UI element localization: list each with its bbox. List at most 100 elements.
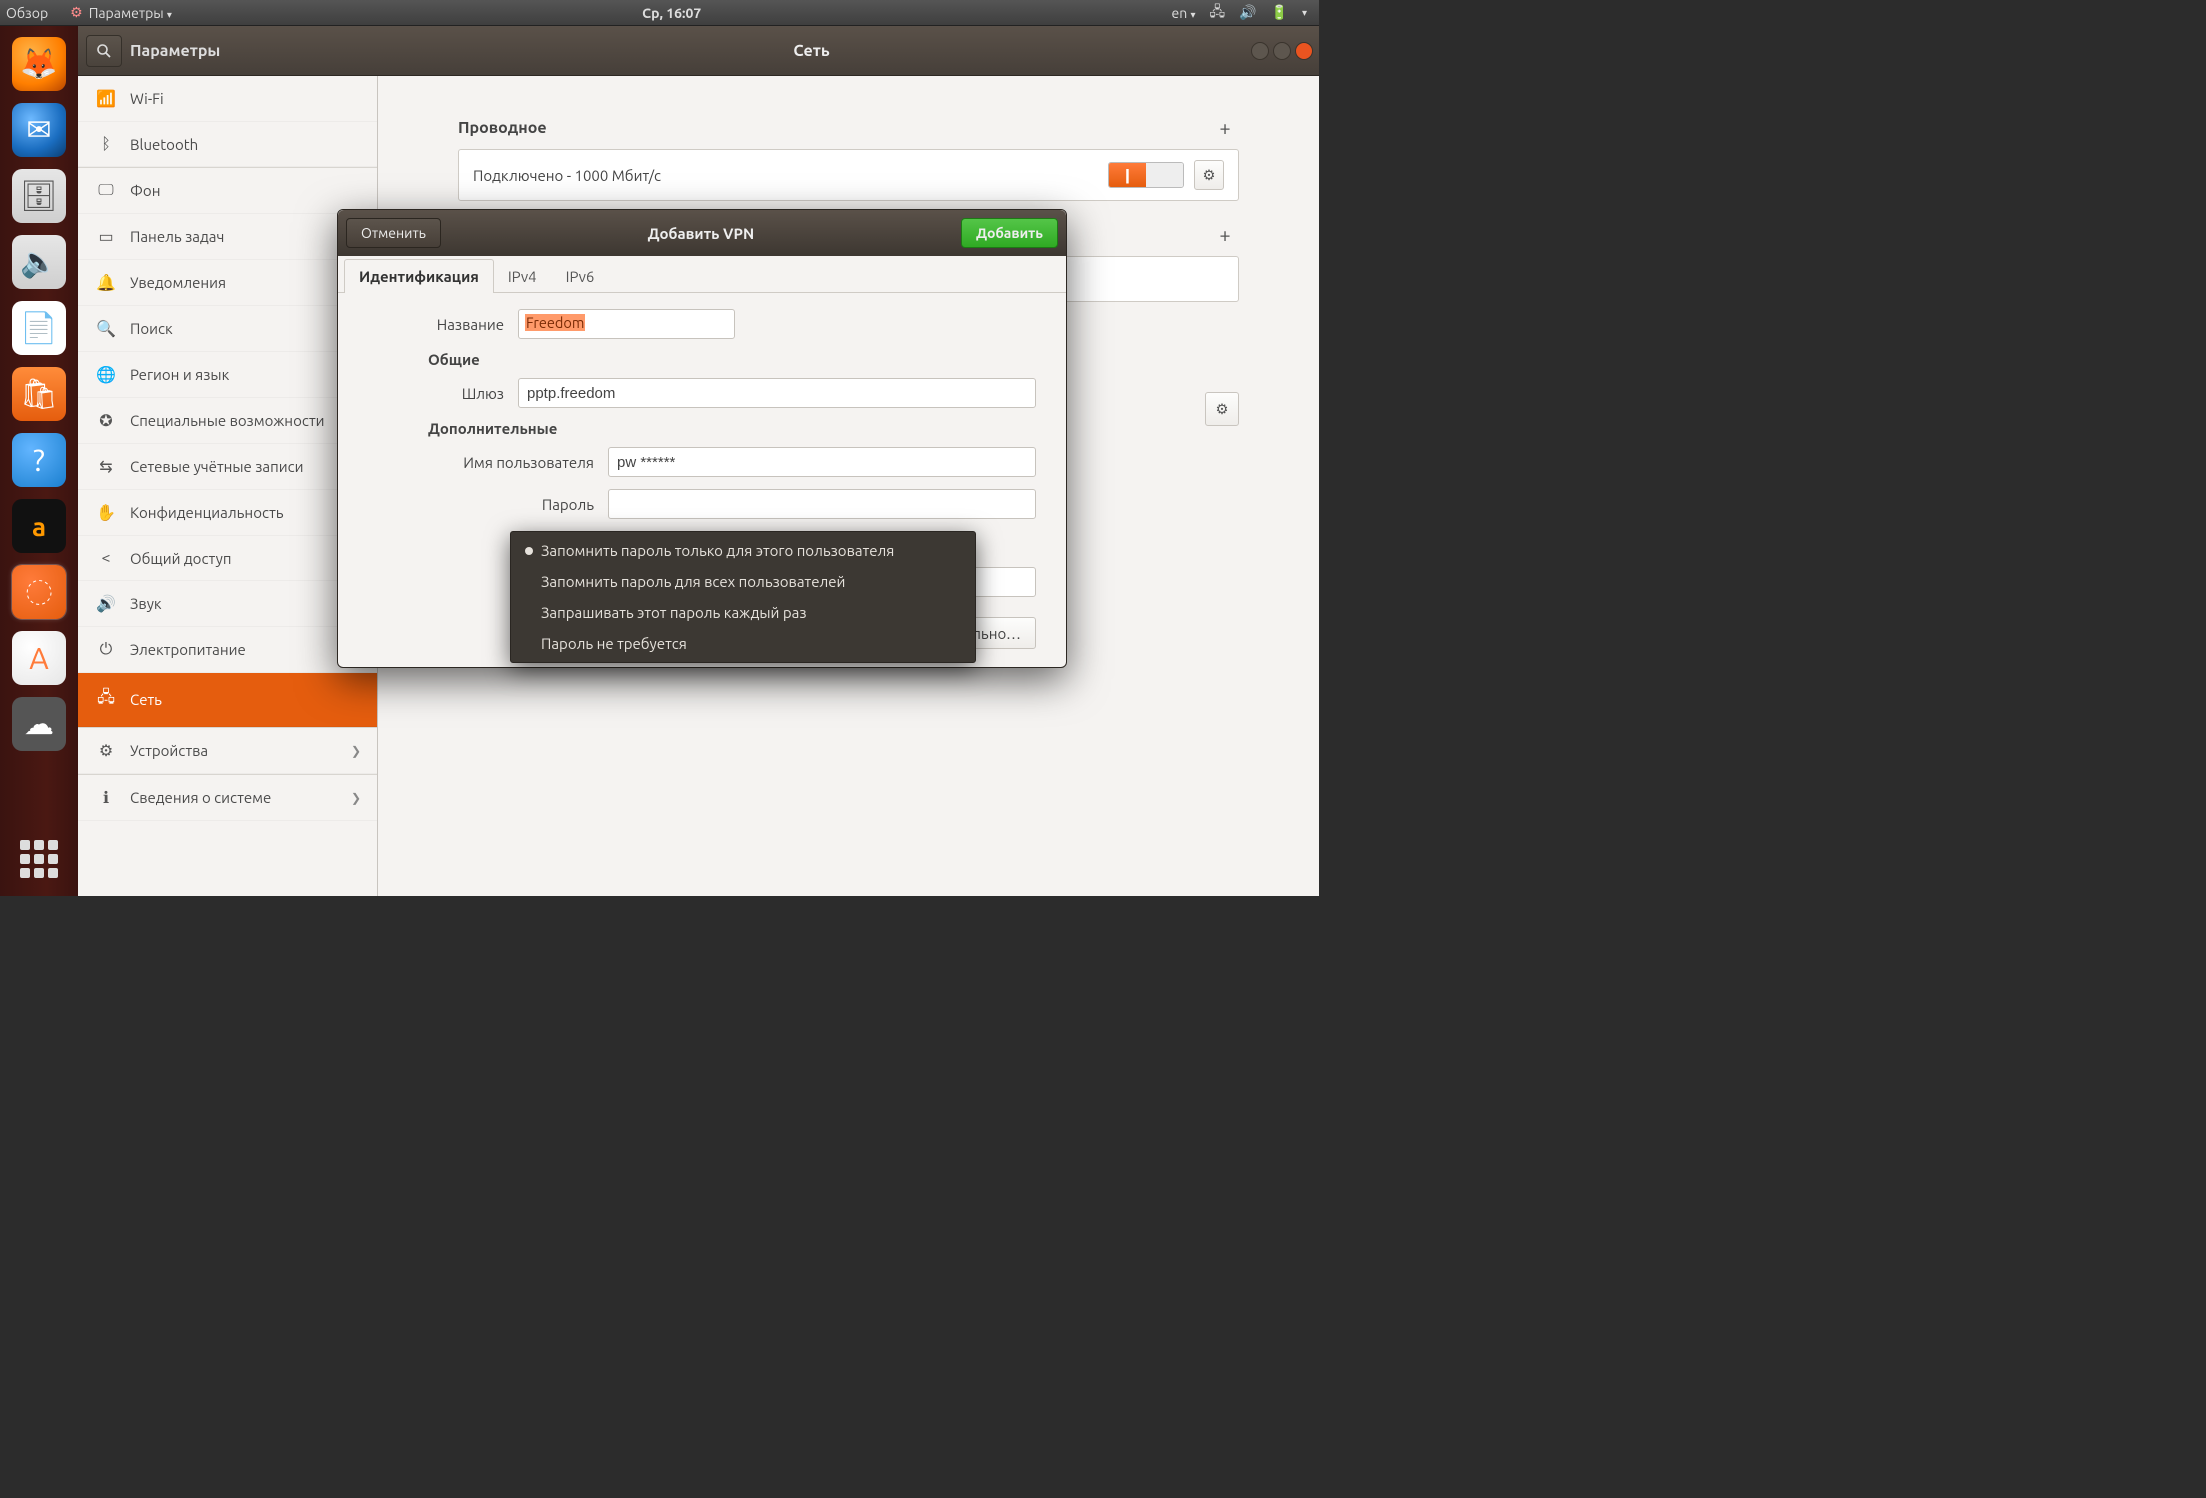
sidebar-label: Сетевые учётные записи (130, 458, 303, 475)
sidebar-label: Поиск (130, 320, 173, 337)
sidebar-icon: 🔔 (96, 273, 116, 292)
show-apps-button[interactable] (12, 832, 66, 886)
general-section-header: Общие (428, 351, 1036, 368)
sidebar-icon: ℹ (96, 788, 116, 807)
sidebar-header-title: Параметры (130, 42, 220, 60)
dialog-title: Добавить VPN (441, 225, 961, 242)
sidebar-item-конфиденциальность[interactable]: ✋ Конфиденциальность (78, 490, 377, 536)
sidebar-label: Звук (130, 595, 162, 612)
sidebar-item-специальные-возможности[interactable]: ✪ Специальные возможности (78, 398, 377, 444)
sidebar-label: Электропитание (130, 641, 246, 658)
sidebar-label: Фон (130, 182, 160, 199)
sidebar-label: Регион и язык (130, 366, 229, 383)
launcher-firefox[interactable]: 🦊 (12, 37, 66, 91)
sidebar-icon: < (96, 549, 116, 567)
sidebar-label: Специальные возможности (130, 412, 325, 429)
sidebar-item-bluetooth[interactable]: ᛒ Bluetooth (78, 122, 377, 167)
window-header: Параметры Сеть (78, 26, 1319, 76)
volume-icon[interactable]: 🔊 (1239, 4, 1256, 21)
sidebar-item-сведения-о-системе[interactable]: ℹСведения о системе❯ (78, 774, 377, 821)
app-menu[interactable]: Параметры ▾ (89, 5, 172, 21)
sidebar-icon: ✪ (96, 411, 116, 430)
launcher-settings[interactable]: ◌ (12, 565, 66, 619)
launcher-software[interactable]: 🛍 (12, 367, 66, 421)
clock[interactable]: Ср, 16:07 (172, 5, 1172, 21)
sidebar-item-wi-fi[interactable]: 📶 Wi-Fi (78, 76, 377, 122)
sidebar-icon: 🖵 (96, 181, 116, 200)
sidebar-label: Bluetooth (130, 136, 198, 153)
gear-icon: ⚙ (1203, 166, 1216, 184)
chevron-right-icon: ❯ (351, 791, 361, 805)
sidebar-item-поиск[interactable]: 🔍 Поиск (78, 306, 377, 352)
system-menu-caret-icon[interactable]: ▾ (1302, 7, 1307, 19)
sidebar-icon: ⚙ (96, 741, 116, 760)
sidebar-search-button[interactable] (86, 35, 122, 67)
password-option[interactable]: Пароль не требуется (511, 628, 975, 659)
sidebar-label: Панель задач (130, 228, 224, 245)
sidebar-icon: ⏻ (96, 640, 116, 659)
tab-ipv4[interactable]: IPv4 (493, 259, 552, 293)
tab-identity[interactable]: Идентификация (344, 259, 494, 293)
sidebar-icon: 🔊 (96, 594, 116, 613)
battery-icon[interactable]: 🔋 (1271, 4, 1288, 21)
password-option-label: Запомнить пароль для всех пользователей (541, 573, 845, 590)
sidebar-item-электропитание[interactable]: ⏻ Электропитание (78, 627, 377, 673)
add-vpn-button[interactable]: + (1211, 223, 1239, 246)
launcher-files[interactable]: 🗄 (12, 169, 66, 223)
wired-switch[interactable]: ❙ (1108, 162, 1184, 188)
sidebar-item-звук[interactable]: 🔊 Звук (78, 581, 377, 627)
top-panel: Обзор ⚙ Параметры ▾ Ср, 16:07 en ▾ 🖧 🔊 🔋… (0, 0, 1319, 26)
gateway-input[interactable] (518, 378, 1036, 408)
user-label: Имя пользователя (368, 454, 608, 471)
sidebar-item-сеть[interactable]: 🖧Сеть (78, 673, 377, 727)
password-option-label: Пароль не требуется (541, 635, 687, 652)
user-input[interactable] (608, 447, 1036, 477)
sidebar-item-устройства[interactable]: ⚙Устройства❯ (78, 727, 377, 774)
name-selected-text: Freedom (525, 314, 585, 331)
sidebar-label: Wi-Fi (130, 90, 164, 107)
sidebar-item-панель-задач[interactable]: ▭Панель задач (78, 214, 377, 260)
proxy-settings-button[interactable]: ⚙ (1205, 392, 1239, 426)
wired-settings-button[interactable]: ⚙ (1194, 160, 1224, 190)
sidebar-label: Общий доступ (130, 550, 231, 567)
sidebar-icon: 🌐 (96, 365, 116, 384)
password-option[interactable]: Запрашивать этот пароль каждый раз (511, 597, 975, 628)
settings-sidebar: 📶 Wi-Fi ᛒ Bluetooth 🖵 Фон ▭Панель задач🔔Уведом… (78, 76, 378, 896)
cancel-button[interactable]: Отменить (346, 218, 441, 248)
launcher-item[interactable]: ☁ (12, 697, 66, 751)
sidebar-label: Конфиденциальность (130, 504, 284, 521)
lang-indicator[interactable]: en ▾ (1171, 5, 1195, 21)
password-option[interactable]: Запомнить пароль только для этого пользо… (511, 535, 975, 566)
launcher-updater[interactable]: A (12, 631, 66, 685)
sidebar-item-регион-и-язык[interactable]: 🌐 Регион и язык (78, 352, 377, 398)
password-option[interactable]: Запомнить пароль для всех пользователей (511, 566, 975, 597)
sidebar-item-уведомления[interactable]: 🔔Уведомления (78, 260, 377, 306)
launcher-thunderbird[interactable]: ✉ (12, 103, 66, 157)
wired-connection-row: Подключено - 1000 Мбит/с ❙ ⚙ (458, 149, 1239, 201)
sidebar-item-сетевые-учётные-записи[interactable]: ⇆Сетевые учётные записи (78, 444, 377, 490)
close-button[interactable] (1295, 42, 1313, 60)
optional-section-header: Дополнительные (428, 420, 1036, 437)
wired-status: Подключено - 1000 Мбит/с (473, 167, 661, 184)
sidebar-icon: ✋ (96, 503, 116, 522)
minimize-button[interactable] (1251, 42, 1269, 60)
launcher-help[interactable]: ? (12, 433, 66, 487)
maximize-button[interactable] (1273, 42, 1291, 60)
sidebar-icon: ᛒ (96, 135, 116, 153)
chevron-right-icon: ❯ (351, 744, 361, 758)
launcher-amazon[interactable]: a (12, 499, 66, 553)
password-input[interactable] (608, 489, 1036, 519)
add-wired-button[interactable]: + (1211, 116, 1239, 139)
sidebar-item-фон[interactable]: 🖵 Фон (78, 167, 377, 214)
network-indicator-icon[interactable]: 🖧 (1209, 1, 1225, 25)
add-button[interactable]: Добавить (961, 218, 1058, 248)
overview-button[interactable]: Обзор (6, 5, 48, 21)
gear-icon: ⚙ (1216, 400, 1229, 418)
settings-icon: ⚙ (70, 4, 83, 21)
sidebar-item-общий-доступ[interactable]: < Общий доступ (78, 536, 377, 581)
launcher-writer[interactable]: 📄 (12, 301, 66, 355)
sidebar-icon: 📶 (96, 89, 116, 108)
sidebar-icon: 🔍 (96, 319, 116, 338)
tab-ipv6[interactable]: IPv6 (551, 259, 610, 293)
launcher-rhythmbox[interactable]: 🔈 (12, 235, 66, 289)
